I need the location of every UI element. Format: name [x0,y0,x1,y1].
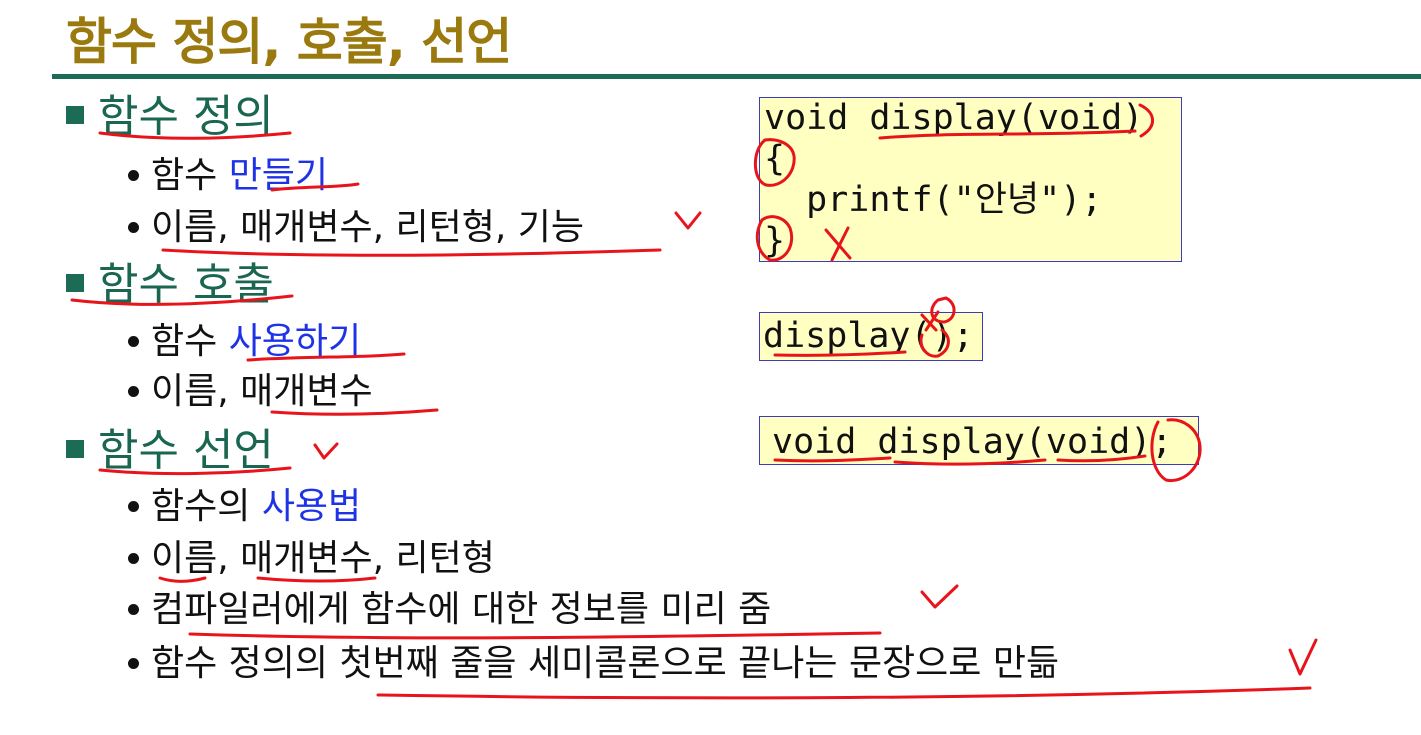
list-item: 이름, 매개변수, 리턴형 [128,541,495,577]
item-text: 이름, 매개변수 [151,371,373,412]
item-text: 이름, 매개변수, 리턴형 [151,538,495,579]
code-line: void display(void); [772,422,1173,462]
round-bullet-icon [128,500,139,512]
item-text: 이름, 매개변수, 리턴형, 기능 [151,207,584,248]
title-divider [52,74,1421,79]
heading-function-call: 함수 호출 [66,263,274,307]
item-text: 함수 정의의 첫번째 줄을 세미콜론으로 끝나는 문장으로 만듦 [151,643,1060,684]
underline-mark [161,248,662,257]
check-mark-icon [313,442,339,460]
list-item: 함수의 사용법 [128,489,361,525]
item-highlight: 만들기 [228,155,329,196]
list-item: 함수 정의의 첫번째 줄을 세미콜론으로 끝나는 문장으로 만듦 [128,646,1059,682]
code-line: void display(void) [764,98,1144,138]
code-function-definition: void display(void) { printf("안녕"); } [759,97,1182,262]
heading-label: 함수 정의 [98,91,274,142]
item-text: 함수 [151,321,229,362]
code-line: display(); [763,316,974,356]
code-line: { [764,139,786,179]
code-function-declaration: void display(void); [759,416,1199,465]
round-bullet-icon [128,657,139,669]
square-bullet-icon [66,440,84,458]
item-highlight: 사용법 [261,486,362,527]
list-item: 함수 만들기 [128,158,328,194]
heading-label: 함수 호출 [98,259,274,310]
heading-function-declaration: 함수 선언 [66,429,274,473]
underline-mark [376,686,1312,700]
list-item: 컴파일러에게 함수에 대한 정보를 미리 줌 [128,592,771,628]
item-text: 컴파일러에게 함수에 대한 정보를 미리 줌 [151,589,772,630]
heading-label: 함수 선언 [98,425,274,476]
round-bullet-icon [128,335,139,347]
list-item: 이름, 매개변수 [128,374,373,410]
code-line: printf("안녕"); [764,180,1103,220]
round-bullet-icon [128,603,139,615]
round-bullet-icon [128,385,139,397]
round-bullet-icon [128,221,139,233]
item-text: 함수 [151,155,229,196]
round-bullet-icon [128,552,139,564]
heading-function-definition: 함수 정의 [66,95,274,139]
square-bullet-icon [66,274,84,292]
underline-mark [188,631,882,640]
code-function-call: display(); [759,312,983,361]
square-bullet-icon [66,106,84,124]
list-item: 이름, 매개변수, 리턴형, 기능 [128,210,584,246]
check-mark-icon [920,584,959,609]
list-item: 함수 사용하기 [128,324,361,360]
check-mark-icon [1288,638,1318,676]
check-mark-icon [674,211,702,230]
round-bullet-icon [128,169,139,181]
item-highlight: 사용하기 [228,321,362,362]
code-line: } [764,221,786,261]
item-text: 함수의 [151,486,262,527]
slide-title: 함수 정의, 호출, 선언 [66,13,512,71]
